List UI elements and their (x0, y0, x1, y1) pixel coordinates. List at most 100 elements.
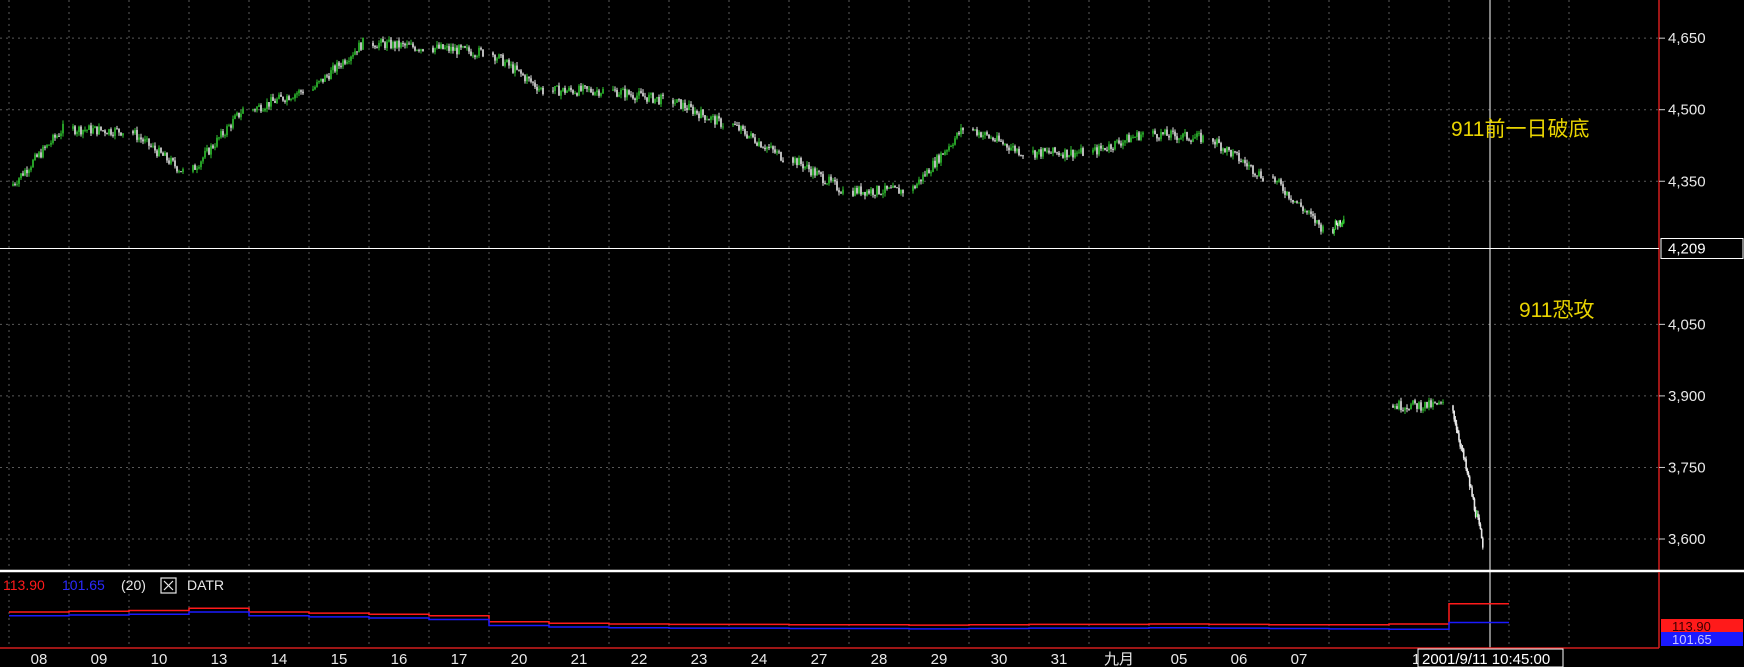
candle-body (1224, 148, 1226, 153)
candle-body (720, 118, 722, 127)
candle-body (902, 189, 904, 194)
candle-body (192, 165, 194, 172)
candle-body (60, 133, 62, 136)
candle-body (110, 129, 112, 135)
candle-body (818, 171, 820, 173)
candle-body (722, 126, 724, 128)
candle-body (1412, 400, 1414, 405)
candle-body (642, 92, 644, 97)
candle-body (94, 126, 96, 129)
candle-body (378, 42, 380, 48)
candle-body (140, 137, 142, 140)
candle-body (1162, 132, 1164, 134)
candle-body (220, 131, 222, 138)
candle-body (940, 153, 942, 163)
candle-body (1096, 147, 1098, 155)
candle-body (380, 39, 382, 43)
candle-body (1414, 400, 1416, 404)
candle-body (414, 47, 416, 51)
candle-body (30, 167, 32, 171)
candle-body (446, 46, 448, 48)
candle-body (656, 97, 658, 99)
candle-body (1465, 459, 1467, 470)
candle-body (590, 88, 592, 93)
candle-body (814, 168, 816, 176)
crosshair-time-label: 2001/9/11 10:45:00 (1417, 648, 1564, 667)
candle-body (386, 41, 388, 49)
indicator-badges: 113.90 101.65 (1661, 619, 1743, 647)
candle-body (900, 189, 902, 194)
candle-body (812, 168, 814, 176)
candle-body (1004, 144, 1006, 146)
candle-body (560, 90, 562, 96)
candle-body (696, 110, 698, 114)
candle-body (1416, 403, 1418, 409)
candle-body (1408, 409, 1410, 411)
candle-body (290, 98, 292, 101)
candle-body (298, 90, 300, 94)
candle-body (998, 135, 1000, 141)
candle-body (598, 90, 600, 96)
candle-body (1218, 139, 1220, 143)
candle-body (42, 146, 44, 158)
candle-body (758, 141, 760, 146)
candle-body (744, 128, 746, 135)
candle-body (1114, 140, 1116, 150)
candle-body (1054, 147, 1056, 153)
candle-body (172, 158, 174, 161)
candle-body (1470, 486, 1472, 488)
candle-body (1402, 410, 1404, 412)
candle-body (84, 129, 86, 131)
candle-body (534, 82, 536, 87)
candle-body (434, 47, 436, 53)
candle-body (1066, 149, 1068, 158)
candle-body (280, 94, 282, 97)
candle-body (1276, 180, 1278, 183)
candle-body (1158, 138, 1160, 140)
candle-body (136, 130, 138, 140)
candle-body (22, 173, 24, 176)
candle-body (348, 60, 350, 62)
candle-body (224, 135, 226, 137)
candle-body (1168, 135, 1170, 138)
candle-body (1068, 155, 1070, 158)
candle-body (568, 87, 570, 91)
candle-body (528, 76, 530, 79)
candle-body (1120, 143, 1122, 146)
candle-body (918, 179, 920, 184)
candle-body (774, 149, 776, 153)
candle-body (1440, 402, 1442, 404)
candle-body (1280, 179, 1282, 185)
candle-body (404, 43, 406, 46)
candle-body (226, 126, 228, 136)
candle-body (622, 88, 624, 90)
candle-body (80, 126, 82, 135)
candle-body (284, 100, 286, 102)
candle-body (440, 44, 442, 49)
candle-body (520, 70, 522, 74)
candle-body (950, 145, 952, 147)
candle-body (824, 183, 826, 185)
candle-body (1056, 152, 1058, 154)
candle-body (574, 93, 576, 95)
candle-body (464, 46, 466, 48)
candle-body (1400, 401, 1402, 411)
candle-body (480, 47, 482, 50)
candle-body (98, 126, 100, 135)
time-tick-label: 22 (631, 651, 648, 667)
candle-body (1196, 133, 1198, 138)
candle-body (1122, 142, 1124, 146)
candle-body (1422, 408, 1424, 411)
candle-body (1477, 513, 1479, 518)
candle-body (640, 91, 642, 93)
candle-body (1070, 149, 1072, 156)
candle-body (1316, 220, 1318, 223)
candle-body (718, 116, 720, 119)
candle-body (1300, 202, 1302, 207)
candle-body (772, 146, 774, 150)
candle-body (1454, 419, 1457, 424)
time-tick-label: 08 (31, 651, 48, 667)
candle-body (942, 153, 944, 155)
candle-body (228, 125, 230, 127)
candle-body (48, 144, 50, 146)
